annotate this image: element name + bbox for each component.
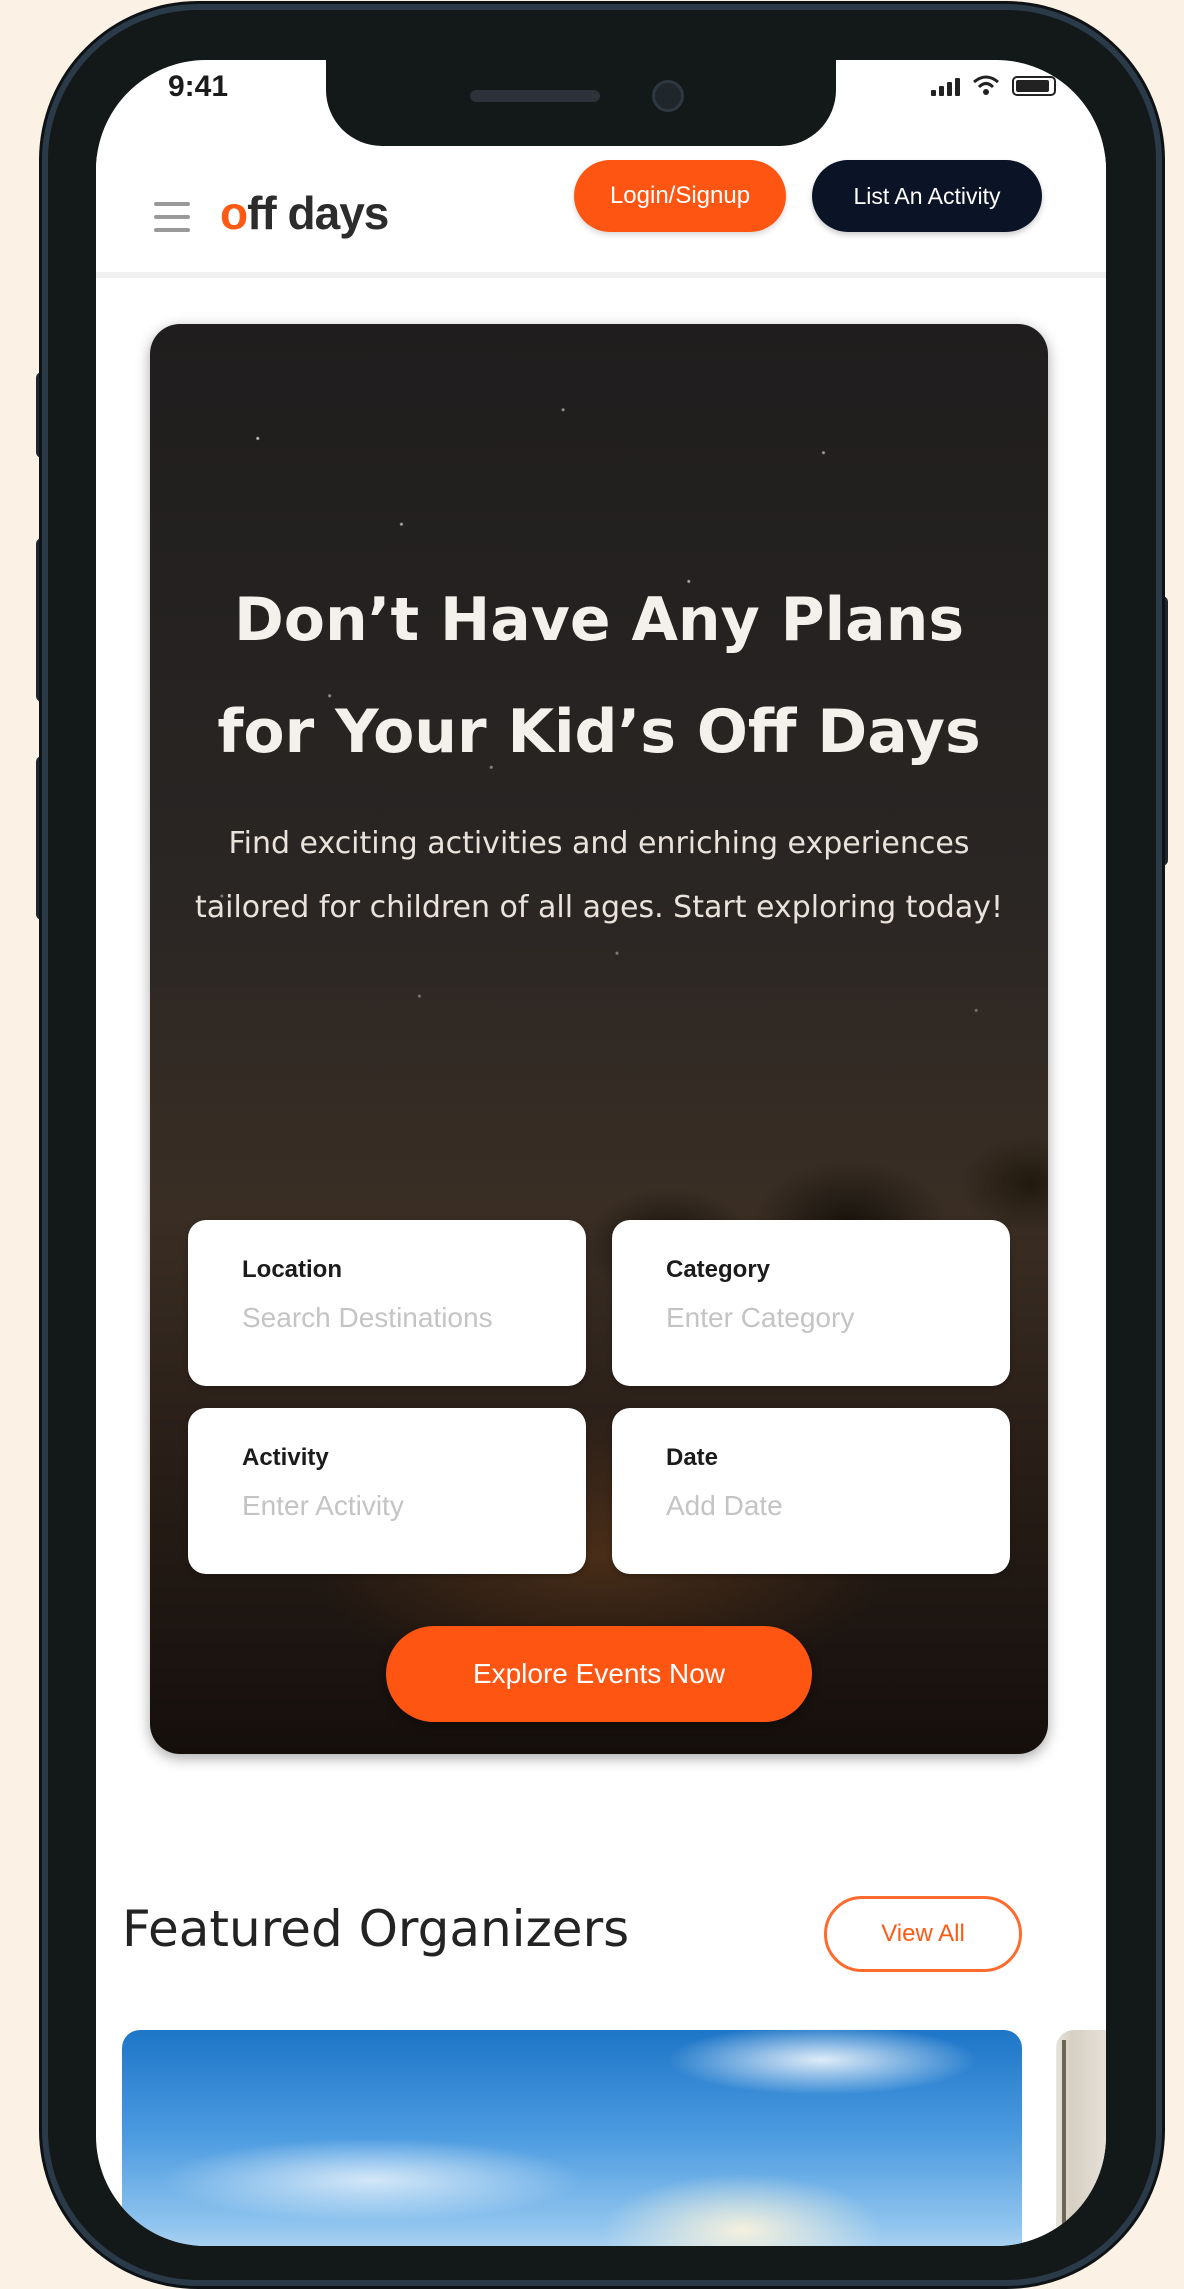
view-all-button[interactable]: View All — [824, 1896, 1022, 1972]
status-time: 9:41 — [168, 70, 229, 103]
phone-screen: 9:41 off days Login/Signup List An Activ… — [96, 60, 1106, 2246]
featured-organizers-heading: Featured Organizers — [122, 1900, 630, 1958]
battery-icon — [1012, 76, 1056, 96]
explore-events-button[interactable]: Explore Events Now — [386, 1626, 812, 1722]
list-activity-button[interactable]: List An Activity — [812, 160, 1042, 232]
organizer-card-next[interactable] — [1056, 2030, 1106, 2246]
hero-subtitle: Find exciting activities and enriching e… — [194, 826, 1004, 925]
organizer-card[interactable] — [122, 2030, 1022, 2246]
hero-title-line-1: Don’t Have Any Plans — [233, 585, 965, 655]
brand-logo[interactable]: off days — [220, 186, 389, 240]
date-field[interactable]: Date — [612, 1408, 1010, 1574]
logo-rest: ff days — [247, 187, 389, 239]
hero-banner: Don’t Have Any Plans for Your Kid’s Off … — [150, 324, 1048, 1754]
page-background: 9:41 off days Login/Signup List An Activ… — [0, 0, 1184, 2289]
status-icons — [931, 74, 1056, 96]
phone-power-button — [1156, 596, 1168, 866]
activity-field[interactable]: Activity — [188, 1408, 586, 1574]
wifi-icon — [973, 75, 999, 95]
activity-input[interactable] — [242, 1490, 562, 1522]
activity-label: Activity — [242, 1444, 329, 1471]
hero-title: Don’t Have Any Plans for Your Kid’s Off … — [170, 564, 1028, 788]
location-input[interactable] — [242, 1302, 562, 1334]
category-field[interactable]: Category — [612, 1220, 1010, 1386]
login-signup-button[interactable]: Login/Signup — [574, 160, 786, 232]
location-label: Location — [242, 1256, 342, 1283]
category-label: Category — [666, 1256, 771, 1283]
hamburger-menu-icon[interactable] — [154, 202, 190, 232]
date-label: Date — [666, 1444, 719, 1471]
location-field[interactable]: Location — [188, 1220, 586, 1386]
hero-title-line-2: for Your Kid’s Off Days — [217, 697, 981, 767]
phone-volume-down-button — [36, 756, 48, 920]
phone-side-button — [36, 372, 48, 458]
phone-notch — [326, 60, 836, 146]
date-input[interactable] — [666, 1490, 986, 1522]
signal-icon — [931, 78, 960, 96]
logo-first-letter: o — [220, 187, 248, 239]
phone-volume-up-button — [36, 538, 48, 702]
category-input[interactable] — [666, 1302, 986, 1334]
front-camera — [652, 80, 684, 112]
notch-speaker — [470, 90, 600, 102]
